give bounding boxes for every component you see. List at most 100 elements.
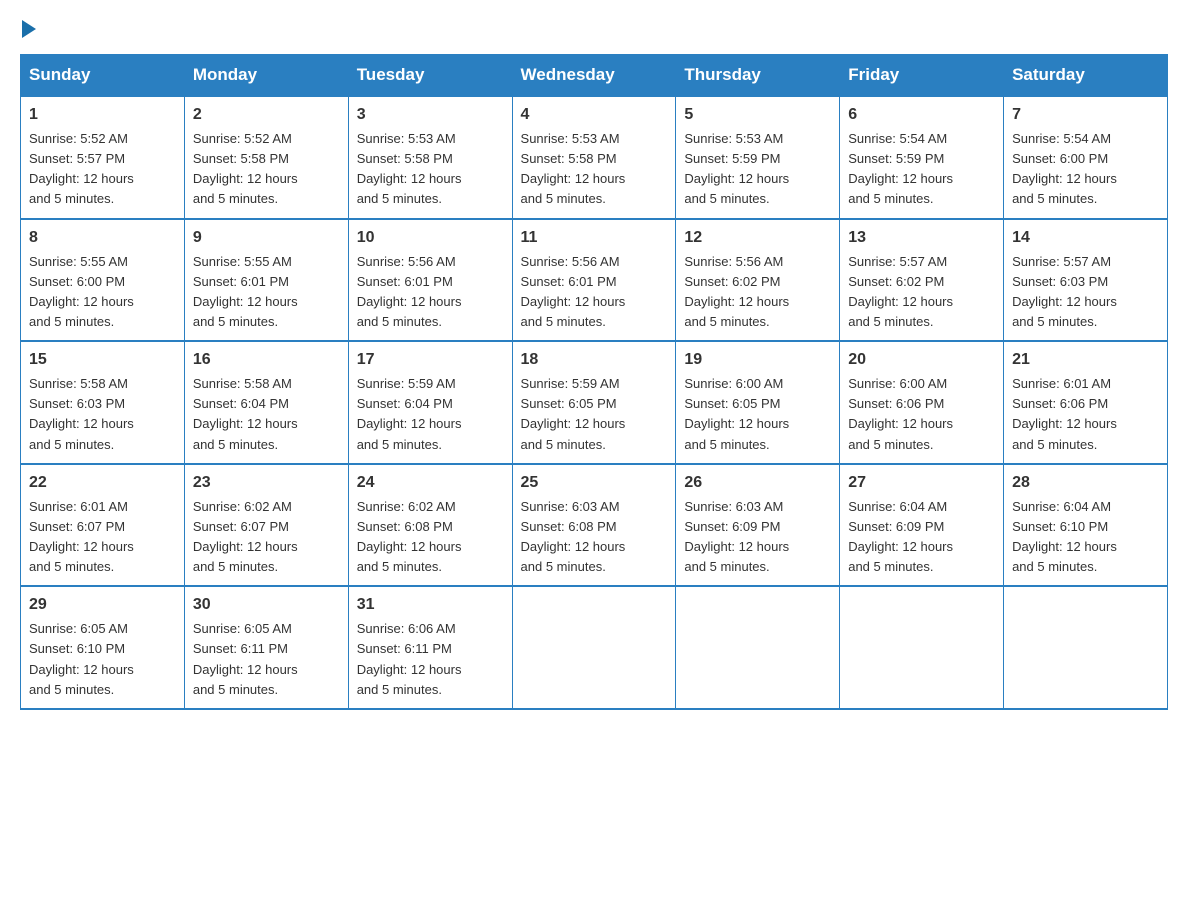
calendar-cell [1004,586,1168,709]
day-number: 25 [521,471,668,495]
day-number: 27 [848,471,995,495]
day-info: Sunrise: 5:54 AMSunset: 6:00 PMDaylight:… [1012,131,1117,206]
day-number: 5 [684,103,831,127]
header-row: Sunday Monday Tuesday Wednesday Thursday… [21,55,1168,97]
calendar-cell: 21 Sunrise: 6:01 AMSunset: 6:06 PMDayligh… [1004,341,1168,464]
calendar-cell: 2 Sunrise: 5:52 AMSunset: 5:58 PMDaylight… [184,96,348,219]
calendar-table: Sunday Monday Tuesday Wednesday Thursday… [20,54,1168,710]
day-number: 10 [357,226,504,250]
day-number: 19 [684,348,831,372]
day-info: Sunrise: 5:59 AMSunset: 6:05 PMDaylight:… [521,376,626,451]
day-number: 23 [193,471,340,495]
day-info: Sunrise: 6:01 AMSunset: 6:06 PMDaylight:… [1012,376,1117,451]
day-info: Sunrise: 5:53 AMSunset: 5:58 PMDaylight:… [521,131,626,206]
calendar-cell: 16 Sunrise: 5:58 AMSunset: 6:04 PMDayligh… [184,341,348,464]
day-number: 17 [357,348,504,372]
week-row-5: 29Sunrise: 6:05 AMSunset: 6:10 PMDayligh… [21,586,1168,709]
day-number: 30 [193,593,340,617]
day-number: 6 [848,103,995,127]
day-info: Sunrise: 6:02 AMSunset: 6:07 PMDaylight:… [193,499,298,574]
header-sunday: Sunday [21,55,185,97]
day-info: Sunrise: 5:55 AMSunset: 6:00 PMDaylight:… [29,254,134,329]
calendar-cell [840,586,1004,709]
calendar-cell: 28 Sunrise: 6:04 AMSunset: 6:10 PMDayligh… [1004,464,1168,587]
day-number: 11 [521,226,668,250]
day-info: Sunrise: 5:55 AMSunset: 6:01 PMDaylight:… [193,254,298,329]
header-tuesday: Tuesday [348,55,512,97]
calendar-cell: 26Sunrise: 6:03 AMSunset: 6:09 PMDayligh… [676,464,840,587]
day-info: Sunrise: 6:00 AMSunset: 6:05 PMDaylight:… [684,376,789,451]
day-number: 15 [29,348,176,372]
calendar-cell: 12 Sunrise: 5:56 AMSunset: 6:02 PMDayligh… [676,219,840,342]
calendar-cell: 17 Sunrise: 5:59 AMSunset: 6:04 PMDayligh… [348,341,512,464]
day-number: 14 [1012,226,1159,250]
calendar-cell: 14Sunrise: 5:57 AMSunset: 6:03 PMDayligh… [1004,219,1168,342]
day-info: Sunrise: 5:56 AMSunset: 6:01 PMDaylight:… [521,254,626,329]
day-number: 12 [684,226,831,250]
calendar-cell: 24 Sunrise: 6:02 AMSunset: 6:08 PMDayligh… [348,464,512,587]
header-monday: Monday [184,55,348,97]
header-wednesday: Wednesday [512,55,676,97]
calendar-cell: 5Sunrise: 5:53 AMSunset: 5:59 PMDaylight… [676,96,840,219]
calendar-cell: 30 Sunrise: 6:05 AMSunset: 6:11 PMDayligh… [184,586,348,709]
day-info: Sunrise: 5:54 AMSunset: 5:59 PMDaylight:… [848,131,953,206]
day-info: Sunrise: 6:06 AMSunset: 6:11 PMDaylight:… [357,621,462,696]
day-info: Sunrise: 5:56 AMSunset: 6:02 PMDaylight:… [684,254,789,329]
logo [20,20,38,38]
calendar-cell: 11 Sunrise: 5:56 AMSunset: 6:01 PMDayligh… [512,219,676,342]
calendar-cell: 10 Sunrise: 5:56 AMSunset: 6:01 PMDayligh… [348,219,512,342]
day-number: 1 [29,103,176,127]
calendar-cell: 13Sunrise: 5:57 AMSunset: 6:02 PMDayligh… [840,219,1004,342]
week-row-2: 8 Sunrise: 5:55 AMSunset: 6:00 PMDaylight… [21,219,1168,342]
day-info: Sunrise: 6:05 AMSunset: 6:10 PMDaylight:… [29,621,134,696]
header-friday: Friday [840,55,1004,97]
page-header [20,20,1168,38]
day-number: 21 [1012,348,1159,372]
calendar-cell: 7 Sunrise: 5:54 AMSunset: 6:00 PMDaylight… [1004,96,1168,219]
day-number: 8 [29,226,176,250]
calendar-cell: 6 Sunrise: 5:54 AMSunset: 5:59 PMDaylight… [840,96,1004,219]
day-number: 16 [193,348,340,372]
day-info: Sunrise: 6:04 AMSunset: 6:09 PMDaylight:… [848,499,953,574]
calendar-cell: 18 Sunrise: 5:59 AMSunset: 6:05 PMDayligh… [512,341,676,464]
calendar-cell: 27 Sunrise: 6:04 AMSunset: 6:09 PMDayligh… [840,464,1004,587]
calendar-cell: 20Sunrise: 6:00 AMSunset: 6:06 PMDayligh… [840,341,1004,464]
logo-arrow-icon [22,20,36,38]
day-number: 18 [521,348,668,372]
day-info: Sunrise: 5:58 AMSunset: 6:03 PMDaylight:… [29,376,134,451]
day-info: Sunrise: 6:01 AMSunset: 6:07 PMDaylight:… [29,499,134,574]
day-info: Sunrise: 6:03 AMSunset: 6:09 PMDaylight:… [684,499,789,574]
day-info: Sunrise: 6:03 AMSunset: 6:08 PMDaylight:… [521,499,626,574]
calendar-cell: 9 Sunrise: 5:55 AMSunset: 6:01 PMDaylight… [184,219,348,342]
calendar-cell: 19 Sunrise: 6:00 AMSunset: 6:05 PMDayligh… [676,341,840,464]
calendar-cell: 23 Sunrise: 6:02 AMSunset: 6:07 PMDayligh… [184,464,348,587]
calendar-cell: 31 Sunrise: 6:06 AMSunset: 6:11 PMDayligh… [348,586,512,709]
day-number: 31 [357,593,504,617]
day-info: Sunrise: 6:02 AMSunset: 6:08 PMDaylight:… [357,499,462,574]
week-row-1: 1Sunrise: 5:52 AMSunset: 5:57 PMDaylight… [21,96,1168,219]
day-info: Sunrise: 5:52 AMSunset: 5:58 PMDaylight:… [193,131,298,206]
day-info: Sunrise: 5:59 AMSunset: 6:04 PMDaylight:… [357,376,462,451]
day-number: 9 [193,226,340,250]
day-info: Sunrise: 5:56 AMSunset: 6:01 PMDaylight:… [357,254,462,329]
calendar-cell [676,586,840,709]
week-row-3: 15 Sunrise: 5:58 AMSunset: 6:03 PMDayligh… [21,341,1168,464]
calendar-cell: 25 Sunrise: 6:03 AMSunset: 6:08 PMDayligh… [512,464,676,587]
day-number: 7 [1012,103,1159,127]
header-thursday: Thursday [676,55,840,97]
day-number: 3 [357,103,504,127]
calendar-cell: 15 Sunrise: 5:58 AMSunset: 6:03 PMDayligh… [21,341,185,464]
calendar-cell [512,586,676,709]
header-saturday: Saturday [1004,55,1168,97]
day-number: 24 [357,471,504,495]
day-number: 2 [193,103,340,127]
calendar-cell: 1Sunrise: 5:52 AMSunset: 5:57 PMDaylight… [21,96,185,219]
calendar-cell: 29Sunrise: 6:05 AMSunset: 6:10 PMDayligh… [21,586,185,709]
day-info: Sunrise: 6:04 AMSunset: 6:10 PMDaylight:… [1012,499,1117,574]
day-number: 20 [848,348,995,372]
day-info: Sunrise: 5:53 AMSunset: 5:58 PMDaylight:… [357,131,462,206]
day-info: Sunrise: 5:58 AMSunset: 6:04 PMDaylight:… [193,376,298,451]
day-number: 28 [1012,471,1159,495]
calendar-cell: 8 Sunrise: 5:55 AMSunset: 6:00 PMDaylight… [21,219,185,342]
day-info: Sunrise: 6:05 AMSunset: 6:11 PMDaylight:… [193,621,298,696]
